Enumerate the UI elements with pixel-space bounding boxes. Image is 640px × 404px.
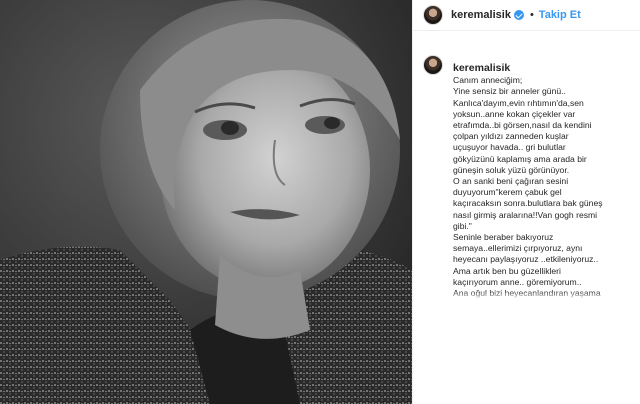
caption-comment: keremalisik Canım anneciğim; Yine sensiz …: [413, 31, 640, 306]
caption-line: kaçırıyorum anne.. göremiyorum..: [453, 276, 582, 287]
avatar[interactable]: [423, 5, 443, 25]
caption-line: yoksun..anne kokan çiçekler var: [453, 108, 576, 119]
caption-line: etrafımda..bi görsen,nasıl da kendini: [453, 120, 592, 131]
caption-line: kaçıracaksın sonra.bulutlara bak güneş: [453, 198, 603, 209]
caption-fade: [453, 291, 623, 306]
separator-dot: •: [529, 9, 534, 21]
caption-text: keremalisik Canım anneciğim; Yine sensiz …: [453, 51, 623, 306]
caption-line: Seninle beraber bakıyoruz: [453, 232, 554, 243]
caption-line: semaya..ellerimizi çırpıyoruz, aynı: [453, 243, 583, 254]
caption-line: heyecanı paylaşıyoruz ..etkileniyoruz..: [453, 254, 599, 265]
caption-line: Ama artık ben bu güzellikleri: [453, 265, 561, 276]
follow-button[interactable]: Takip Et: [539, 9, 581, 21]
comment-body: keremalisik Canım anneciğim; Yine sensiz …: [453, 51, 623, 306]
caption-line: çolpan yıldızı zanneden kuşlar: [453, 131, 569, 142]
post-photo[interactable]: [0, 0, 412, 404]
caption-line: gibi.": [453, 220, 472, 231]
caption-line: gökyüzünü kaplamış ama arada bir: [453, 153, 587, 164]
caption-line: Yine sensiz bir anneler günü..: [453, 86, 566, 97]
caption-line: Kanlıca'dayım,evin rıhtımın'da,sen: [453, 97, 584, 108]
caption-line: nasıl girmiş aralarına!!Van gogh resmi: [453, 209, 598, 220]
comment-avatar[interactable]: [423, 55, 443, 75]
instagram-post: keremalisik • Takip Et keremalisik Canım…: [0, 0, 640, 404]
caption-line: duyuyorum"kerem çabuk gel: [453, 187, 562, 198]
caption-line: güneşin soluk yüzü görünüyor.: [453, 164, 570, 175]
header-username[interactable]: keremalisik: [451, 9, 511, 21]
comment-username[interactable]: keremalisik: [453, 62, 510, 74]
caption-line: Canım anneciğim;: [453, 75, 523, 86]
caption-line: uçuşuyor havada.. gri bulutlar: [453, 142, 566, 153]
post-header: keremalisik • Takip Et: [413, 0, 640, 31]
post-side-panel: keremalisik • Takip Et keremalisik Canım…: [412, 0, 640, 404]
verified-badge-icon: [513, 10, 524, 20]
photo-portrait: [0, 0, 412, 404]
caption-line: O an sanki beni çağıran sesini: [453, 176, 569, 187]
